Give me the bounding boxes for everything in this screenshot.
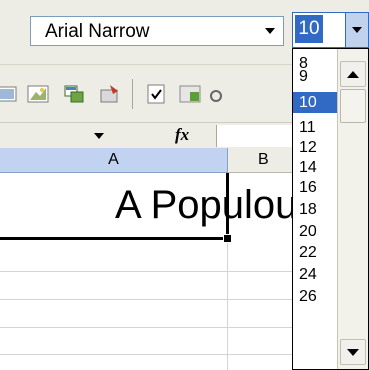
font-size-dropdown-list[interactable]: 8 9 10 11 12 14 16 18 20 22 24 26: [292, 48, 369, 370]
font-size-option[interactable]: 9: [293, 66, 337, 87]
scroll-up-button[interactable]: [340, 61, 366, 87]
font-size-option[interactable]: 18: [293, 199, 337, 220]
font-size-combobox[interactable]: 10: [292, 12, 369, 48]
font-name-dropdown-arrow[interactable]: [259, 20, 281, 42]
font-size-option-selected[interactable]: 10: [293, 92, 337, 113]
chevron-down-icon: [352, 27, 362, 33]
font-size-option[interactable]: 16: [293, 177, 337, 198]
font-size-value: 10: [295, 15, 323, 43]
chevron-down-icon: [265, 28, 275, 34]
chevron-down-icon[interactable]: [94, 133, 104, 139]
chart-icon[interactable]: [26, 82, 50, 106]
column-header-b-label: B: [258, 151, 269, 168]
fill-handle[interactable]: [223, 234, 232, 243]
toolbar-separator: [132, 79, 133, 109]
copy-format-icon[interactable]: [62, 82, 86, 106]
arrow-down-icon: [347, 348, 359, 356]
column-header-a[interactable]: A: [0, 148, 228, 173]
wand-icon[interactable]: [208, 82, 232, 106]
arrow-up-icon: [347, 70, 359, 78]
fx-icon[interactable]: fx: [175, 125, 189, 145]
font-name-value: Arial Narrow: [45, 21, 150, 42]
picture-icon[interactable]: [0, 82, 18, 106]
font-size-option[interactable]: 14: [293, 157, 337, 178]
font-size-option[interactable]: 22: [293, 242, 337, 263]
table-icon[interactable]: [178, 82, 202, 106]
font-size-option[interactable]: 12: [293, 137, 337, 158]
font-size-option[interactable]: 11: [293, 117, 337, 138]
dropdown-scrollbar[interactable]: [337, 49, 368, 369]
scrollbar-thumb[interactable]: [340, 89, 366, 123]
cell-a1-text: A Populous: [115, 183, 295, 227]
scroll-down-button[interactable]: [340, 339, 366, 365]
font-size-option[interactable]: 24: [293, 264, 337, 285]
font-size-dropdown-arrow[interactable]: [345, 13, 368, 47]
font-size-option[interactable]: 20: [293, 221, 337, 242]
delete-icon[interactable]: [98, 82, 122, 106]
font-name-combobox[interactable]: Arial Narrow: [30, 16, 284, 46]
font-size-option[interactable]: 26: [293, 286, 337, 307]
checkbox-icon[interactable]: [144, 82, 168, 106]
